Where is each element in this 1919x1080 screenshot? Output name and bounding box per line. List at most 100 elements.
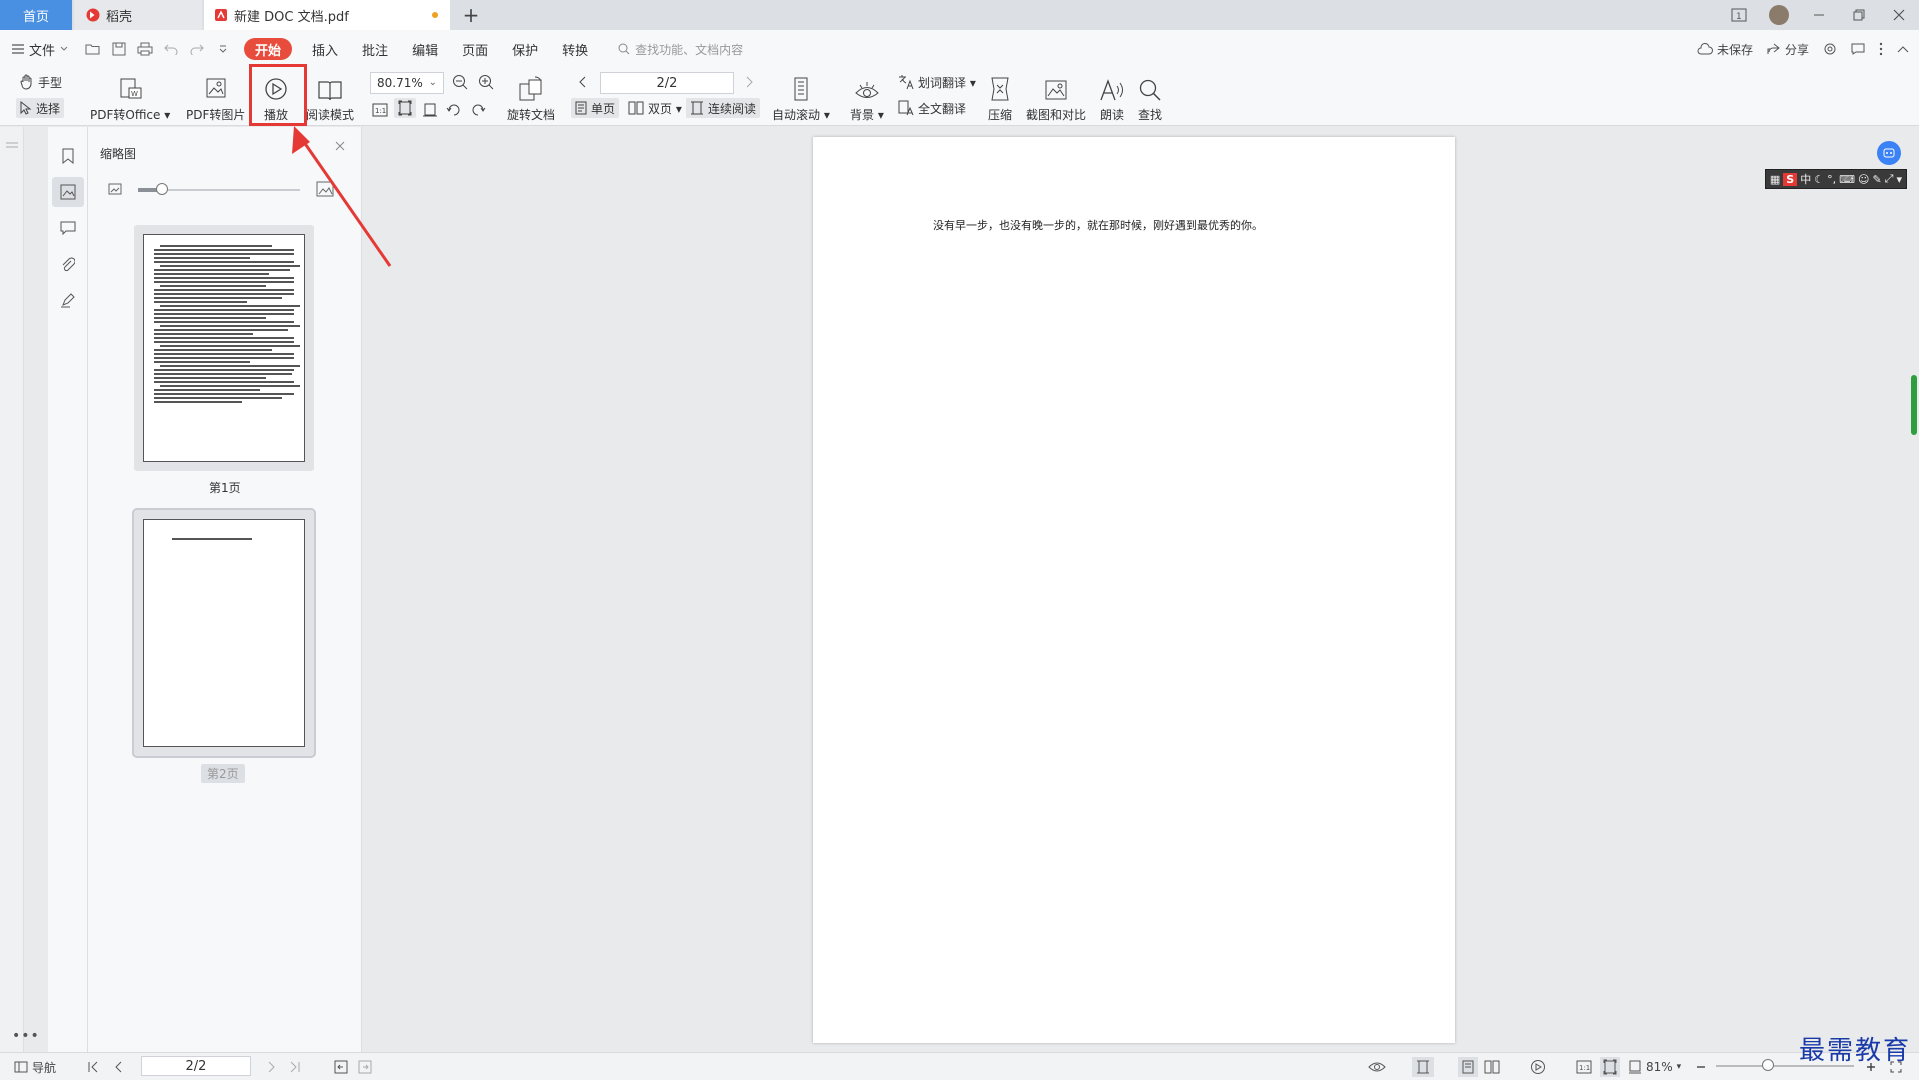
document-viewport[interactable]: 没有早一步，也没有晚一步的，就在那时候，刚好遇到最优秀的你。 ▦ S 中 ☾ °… xyxy=(363,127,1919,1052)
tab-home[interactable]: 首页 xyxy=(0,0,72,30)
rotate-document-button[interactable]: 旋转文档 xyxy=(507,70,555,123)
status-zoom-select[interactable]: 81% ▾ xyxy=(1628,1057,1681,1077)
thumbnail-page-2[interactable] xyxy=(132,508,316,758)
open-button[interactable] xyxy=(80,30,106,68)
window-layout-button[interactable]: 1 xyxy=(1719,0,1759,30)
fit-width-button[interactable] xyxy=(422,100,438,120)
zoom-slider-knob[interactable] xyxy=(1762,1059,1775,1071)
double-page-button[interactable]: 双页 ▾ xyxy=(628,98,682,118)
play-button[interactable]: 播放 xyxy=(263,70,289,123)
hand-tool-button[interactable]: 手型 xyxy=(20,72,62,92)
back-button[interactable] xyxy=(334,1057,348,1077)
bookmark-button[interactable] xyxy=(52,141,84,171)
expand-icon[interactable]: ⤢ xyxy=(1885,172,1894,186)
save-button[interactable] xyxy=(106,30,132,68)
forward-button[interactable] xyxy=(358,1057,372,1077)
close-window-button[interactable] xyxy=(1879,0,1919,30)
compress-button[interactable]: 压缩 xyxy=(988,70,1012,123)
tab-annotate[interactable]: 批注 xyxy=(350,30,400,68)
single-page-button[interactable]: 单页 xyxy=(571,98,620,118)
next-page-button[interactable] xyxy=(746,72,754,92)
document-page[interactable]: 没有早一步，也没有晚一步的，就在那时候，刚好遇到最优秀的你。 xyxy=(813,137,1455,1043)
new-tab-button[interactable]: + xyxy=(456,0,486,30)
side-collapse-rail[interactable]: ••• xyxy=(0,127,39,1052)
last-page-button[interactable] xyxy=(290,1057,300,1077)
more-button[interactable] xyxy=(1879,42,1883,56)
vertical-scrollbar-thumb[interactable] xyxy=(1911,375,1917,435)
select-tool-button[interactable]: 选择 xyxy=(16,98,65,118)
auto-scroll-button[interactable]: 自动滚动 ▾ xyxy=(772,70,830,123)
tab-document[interactable]: 新建 DOC 文档.pdf xyxy=(204,0,450,30)
word-translate-button[interactable]: 划词翻译 ▾ xyxy=(898,72,976,92)
status-next-page-button[interactable] xyxy=(268,1057,276,1077)
tab-protect[interactable]: 保护 xyxy=(500,30,550,68)
pdf-to-office-button[interactable]: W PDF转Office ▾ xyxy=(90,70,170,123)
page-number-input[interactable]: 2/2 xyxy=(600,72,734,94)
thumbnail-size-slider[interactable] xyxy=(108,179,338,199)
tab-insert[interactable]: 插入 xyxy=(300,30,350,68)
feature-search[interactable]: 查找功能、文档内容 xyxy=(618,41,743,58)
eye-protect-button[interactable] xyxy=(1368,1057,1386,1077)
collapse-ribbon-button[interactable] xyxy=(1897,45,1909,53)
status-page-input[interactable]: 2/2 xyxy=(141,1056,251,1076)
restore-button[interactable] xyxy=(1839,0,1879,30)
read-mode-button[interactable]: 阅读模式 xyxy=(306,70,354,123)
thumbnail-page-1[interactable] xyxy=(134,225,314,471)
signature-button[interactable] xyxy=(52,285,84,315)
fit-page-button[interactable] xyxy=(394,98,416,118)
slider-knob[interactable] xyxy=(156,183,169,195)
tab-edit[interactable]: 编辑 xyxy=(400,30,450,68)
ime-toolbar[interactable]: ▦ S 中 ☾ °, ⌨ ☺ ✎ ⤢ ▾ xyxy=(1764,169,1907,189)
screenshot-compare-button[interactable]: 截图和对比 xyxy=(1026,70,1086,123)
quick-access-dropdown[interactable] xyxy=(210,30,236,68)
find-button[interactable]: 查找 xyxy=(1138,70,1162,123)
more-options-icon[interactable]: ••• xyxy=(12,1028,40,1044)
first-page-button[interactable] xyxy=(88,1057,98,1077)
minimize-button[interactable] xyxy=(1799,0,1839,30)
tab-daoke[interactable]: 稻壳 xyxy=(74,0,202,30)
continuous-read-button[interactable]: 连续阅读 xyxy=(686,98,761,118)
full-translate-button[interactable]: 全文翻译 xyxy=(898,98,966,118)
attachment-button[interactable] xyxy=(52,249,84,279)
account-button[interactable] xyxy=(1759,0,1799,30)
chevron-down-icon[interactable]: ▾ xyxy=(1896,173,1902,186)
read-aloud-button[interactable]: 朗读 xyxy=(1099,70,1125,123)
tab-convert[interactable]: 转换 xyxy=(550,30,600,68)
status-zoom-out-button[interactable] xyxy=(1696,1057,1706,1077)
file-menu[interactable]: 文件 xyxy=(0,30,80,68)
prev-page-button[interactable] xyxy=(578,72,586,92)
status-fit-page-button[interactable] xyxy=(1600,1057,1620,1077)
status-actual-size-button[interactable]: 1:1 xyxy=(1576,1057,1592,1077)
rotate-right-button[interactable] xyxy=(470,100,486,120)
zoom-select[interactable]: 80.71% ⌄ xyxy=(370,72,444,94)
redo-button[interactable] xyxy=(184,30,210,68)
status-double-page-button[interactable] xyxy=(1484,1057,1500,1077)
wrench-icon[interactable]: ✎ xyxy=(1872,173,1881,186)
navigation-toggle[interactable]: 导航 xyxy=(14,1057,56,1077)
punctuation-icon[interactable]: °, xyxy=(1827,173,1836,186)
thumbnail-button[interactable] xyxy=(52,177,84,207)
status-continuous-button[interactable] xyxy=(1412,1057,1434,1077)
status-single-page-button[interactable] xyxy=(1458,1057,1478,1077)
background-button[interactable]: 背景 ▾ xyxy=(850,70,884,123)
user-icon[interactable]: ☺ xyxy=(1858,173,1869,186)
settings-button[interactable] xyxy=(1823,42,1837,56)
rotate-left-button[interactable] xyxy=(446,100,462,120)
tab-start[interactable]: 开始 xyxy=(244,38,293,60)
status-play-button[interactable] xyxy=(1530,1057,1546,1077)
zoom-in-button[interactable] xyxy=(478,72,500,92)
share-button[interactable]: 分享 xyxy=(1767,41,1809,58)
keyboard-icon[interactable]: ⌨ xyxy=(1839,173,1855,186)
print-button[interactable] xyxy=(132,30,158,68)
status-prev-page-button[interactable] xyxy=(114,1057,122,1077)
ime-mode[interactable]: 中 xyxy=(1800,171,1811,187)
feedback-button[interactable] xyxy=(1851,43,1865,55)
undo-button[interactable] xyxy=(158,30,184,68)
pdf-to-image-button[interactable]: PDF转图片 xyxy=(186,70,245,123)
comments-button[interactable] xyxy=(52,213,84,243)
moon-icon[interactable]: ☾ xyxy=(1814,173,1824,186)
close-panel-button[interactable] xyxy=(335,141,345,151)
unsaved-status-button[interactable]: 未保存 xyxy=(1697,41,1753,58)
actual-size-button[interactable]: 1:1 xyxy=(372,100,388,120)
zoom-out-button[interactable] xyxy=(452,72,474,92)
